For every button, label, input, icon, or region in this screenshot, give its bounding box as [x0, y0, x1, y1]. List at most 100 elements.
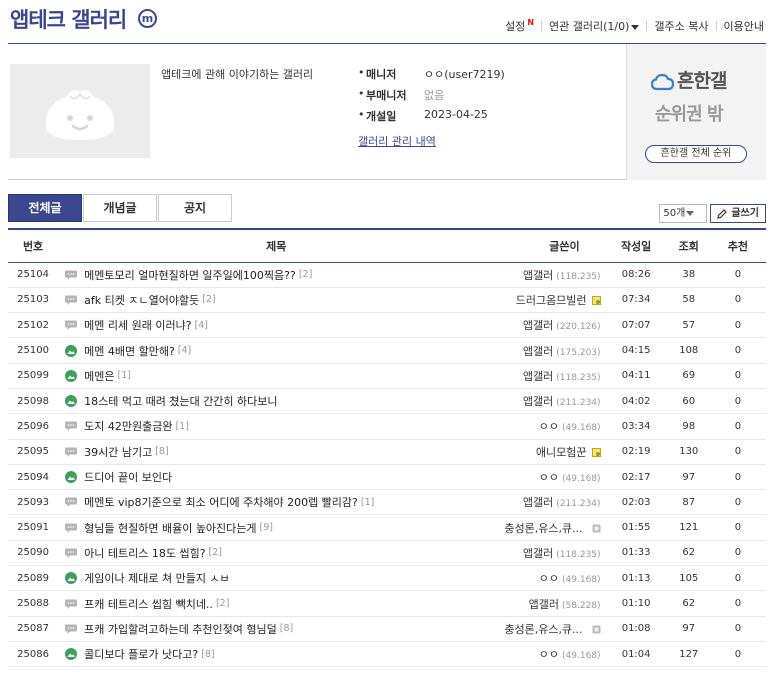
guide-link[interactable]: 이용안내: [724, 18, 764, 34]
writer-nickname[interactable]: ㅇㅇ: [539, 471, 559, 484]
writer-nickname[interactable]: 앱갤러: [523, 496, 553, 509]
post-writer[interactable]: ㅇㅇ (49.168): [494, 464, 605, 491]
post-writer[interactable]: 충성론,유스,큐...: [494, 616, 605, 642]
table-row[interactable]: 25088 프캐 테트리스 씹힘 빽치네.. [2] 앱갤러 (58.228) 01:10…: [8, 590, 766, 617]
reply-count[interactable]: [1]: [361, 497, 374, 508]
writer-nickname[interactable]: ㅇㅇ: [539, 572, 559, 585]
reply-count[interactable]: [2]: [202, 294, 215, 305]
post-title[interactable]: 프캐 테트리스 씹힘 빽치네..: [84, 598, 213, 611]
table-row[interactable]: 25095 39시간 남기고 [8] 애니모험꾼 02:19 130 0: [8, 439, 766, 465]
reply-count[interactable]: [2]: [299, 269, 312, 280]
write-button[interactable]: 글쓰기: [710, 204, 766, 223]
post-writer[interactable]: ㅇㅇ (49.168): [494, 641, 605, 668]
post-title-cell[interactable]: 메멘 4배면 할만해? [4]: [58, 337, 495, 364]
copy-url-link[interactable]: 갤주소 복사: [654, 18, 708, 34]
reply-count[interactable]: [8]: [201, 649, 214, 660]
full-ranking-button[interactable]: 흔한갤 전체 순위: [645, 145, 747, 163]
table-row[interactable]: 25099 메멘은 [1] 앱갤러 (118.235) 04:11 69 0: [8, 363, 766, 389]
table-row[interactable]: 25098 18스테 먹고 때려 쳤는대 간간히 하다보니 앱갤러 (211.234)…: [8, 388, 766, 415]
post-title-cell[interactable]: 메멘토모리 얼마현질하면 일주일에100찍음?? [2]: [58, 262, 495, 288]
post-title[interactable]: afk 티켓 ㅈㄴ열어야할듯: [84, 294, 199, 307]
post-title[interactable]: 메멘은: [84, 370, 114, 383]
table-row[interactable]: 25104 메멘토모리 얼마현질하면 일주일에100찍음?? [2] 앱갤러 (118.…: [8, 262, 766, 288]
table-row[interactable]: 25087 프캐 가입할려고하는데 추천인젖여 형님덜 [8] 충성론,유스,큐...…: [8, 616, 766, 642]
writer-nickname[interactable]: 충성론,유스,큐...: [504, 623, 582, 636]
reply-count[interactable]: [9]: [260, 522, 273, 533]
post-writer[interactable]: 앱갤러 (220.126): [494, 312, 605, 339]
writer-nickname[interactable]: 앱갤러: [523, 345, 553, 358]
writer-nickname[interactable]: 앱갤러: [523, 269, 553, 282]
table-row[interactable]: 25089 게임이나 제대로 쳐 만들지 ㅅㅂ ㅇㅇ (49.168) 01:13 105…: [8, 565, 766, 592]
writer-nickname[interactable]: 앱갤러: [523, 319, 553, 332]
post-title-cell[interactable]: 메멘 리세 원래 이러냐? [4]: [58, 312, 495, 339]
post-title[interactable]: 메멘토 vip8기준으로 최소 어디에 주차해야 200렙 빨리감?: [84, 496, 358, 509]
reply-count[interactable]: [1]: [175, 421, 188, 432]
writer-nickname[interactable]: 앱갤러: [529, 598, 559, 611]
reply-count[interactable]: [8]: [280, 623, 293, 634]
table-row[interactable]: 25093 메멘토 vip8기준으로 최소 어디에 주차해야 200렙 빨리감?[…: [8, 489, 766, 516]
post-title-cell[interactable]: 18스테 먹고 때려 쳤는대 간간히 하다보니: [58, 388, 495, 415]
related-gallery-dropdown[interactable]: 연관 갤러리(1/0): [549, 18, 640, 34]
writer-nickname[interactable]: ㅇㅇ: [539, 648, 559, 661]
gallery-title[interactable]: 앱테크 갤러리: [10, 4, 127, 34]
post-title[interactable]: 메멘 리세 원래 이러냐?: [84, 319, 191, 332]
table-row[interactable]: 25090 아니 테트리스 18도 씹힘? [2] 앱갤러 (118.235) 01:33…: [8, 540, 766, 567]
list-count-select[interactable]: 50개: [659, 204, 708, 223]
post-title-cell[interactable]: 형님들 현질하면 배율이 높아진다는게 [9]: [58, 514, 495, 541]
writer-nickname[interactable]: 애니모험꾼: [536, 446, 587, 459]
post-title[interactable]: 아니 테트리스 18도 씹힘?: [84, 547, 205, 560]
writer-nickname[interactable]: 앱갤러: [523, 547, 553, 560]
post-title[interactable]: 도지 42만원출금완: [84, 420, 172, 433]
post-title-cell[interactable]: 아니 테트리스 18도 씹힘? [2]: [58, 540, 495, 567]
post-writer[interactable]: 애니모험꾼: [494, 439, 605, 465]
table-row[interactable]: 25100 메멘 4배면 할만해? [4] 앱갤러 (175.203) 04:15 108 0: [8, 337, 766, 364]
writer-nickname[interactable]: 앱갤러: [523, 370, 553, 383]
table-row[interactable]: 25094 드디어 끝이 보인다 ㅇㅇ (49.168) 02:17 97 0: [8, 464, 766, 491]
writer-nickname[interactable]: ㅇㅇ: [539, 420, 559, 433]
post-title-cell[interactable]: 드디어 끝이 보인다: [58, 464, 495, 491]
post-title-cell[interactable]: 프캐 테트리스 씹힘 빽치네.. [2]: [58, 590, 495, 617]
post-writer[interactable]: 앱갤러 (175.203): [494, 337, 605, 364]
reply-count[interactable]: [2]: [209, 547, 222, 558]
gallery-manage-link[interactable]: 갤러리 관리 내역: [358, 133, 436, 149]
post-title[interactable]: 콜디보다 플로가 낫다고?: [84, 648, 198, 661]
post-writer[interactable]: 앱갤러 (211.234): [494, 388, 605, 415]
post-title-cell[interactable]: afk 티켓 ㅈㄴ열어야할듯 [2]: [58, 287, 495, 314]
writer-nickname[interactable]: 앱갤러: [523, 395, 553, 408]
post-title[interactable]: 메멘 4배면 할만해?: [84, 345, 175, 358]
post-title-cell[interactable]: 메멘토 vip8기준으로 최소 어디에 주차해야 200렙 빨리감? [1]: [58, 489, 495, 516]
table-row[interactable]: 25086 콜디보다 플로가 낫다고? [8] ㅇㅇ (49.168) 01:04 127 0: [8, 641, 766, 668]
reply-count[interactable]: [1]: [118, 370, 131, 381]
tab-recommended[interactable]: 개념글: [83, 194, 157, 222]
post-title[interactable]: 프캐 가입할려고하는데 추천인젖여 형님덜: [84, 623, 277, 636]
post-writer[interactable]: 앱갤러 (118.235): [494, 262, 605, 288]
reply-count[interactable]: [4]: [178, 345, 191, 356]
post-title[interactable]: 게임이나 제대로 쳐 만들지 ㅅㅂ: [84, 572, 230, 585]
writer-nickname[interactable]: 드러그옴므빌런: [516, 294, 587, 307]
post-title-cell[interactable]: 게임이나 제대로 쳐 만들지 ㅅㅂ: [58, 565, 495, 592]
post-title-cell[interactable]: 도지 42만원출금완 [1]: [58, 413, 495, 440]
table-row[interactable]: 25091 형님들 현질하면 배율이 높아진다는게 [9] 충성론,유스,큐... 01…: [8, 514, 766, 541]
post-writer[interactable]: 드러그옴므빌런: [494, 287, 605, 314]
table-row[interactable]: 25103 afk 티켓 ㅈㄴ열어야할듯 [2] 드러그옴므빌런 07:34 58 0: [8, 287, 766, 314]
post-writer[interactable]: ㅇㅇ (49.168): [494, 413, 605, 440]
post-title-cell[interactable]: 메멘은 [1]: [58, 363, 495, 389]
post-title-cell[interactable]: 프캐 가입할려고하는데 추천인젖여 형님덜 [8]: [58, 616, 495, 642]
manager-value[interactable]: ㅇㅇ(user7219): [424, 66, 505, 87]
post-writer[interactable]: 앱갤러 (118.235): [494, 540, 605, 567]
reply-count[interactable]: [4]: [195, 320, 208, 331]
post-writer[interactable]: 앱갤러 (118.235): [494, 363, 605, 389]
post-title-cell[interactable]: 콜디보다 플로가 낫다고? [8]: [58, 641, 495, 668]
post-title[interactable]: 39시간 남기고: [84, 446, 152, 459]
settings-link[interactable]: 설정 N: [505, 18, 534, 34]
post-title[interactable]: 형님들 현질하면 배율이 높아진다는게: [84, 522, 256, 535]
post-title-cell[interactable]: 39시간 남기고 [8]: [58, 439, 495, 465]
writer-nickname[interactable]: 충성론,유스,큐...: [504, 522, 582, 535]
tab-all[interactable]: 전체글: [8, 194, 82, 222]
reply-count[interactable]: [2]: [216, 598, 229, 609]
table-row[interactable]: 25102 메멘 리세 원래 이러냐? [4] 앱갤러 (220.126) 07:07 57…: [8, 312, 766, 339]
post-writer[interactable]: 앱갤러 (211.234): [494, 489, 605, 516]
post-writer[interactable]: 충성론,유스,큐...: [494, 514, 605, 541]
post-writer[interactable]: ㅇㅇ (49.168): [494, 565, 605, 592]
post-title[interactable]: 메멘토모리 얼마현질하면 일주일에100찍음??: [84, 269, 296, 282]
